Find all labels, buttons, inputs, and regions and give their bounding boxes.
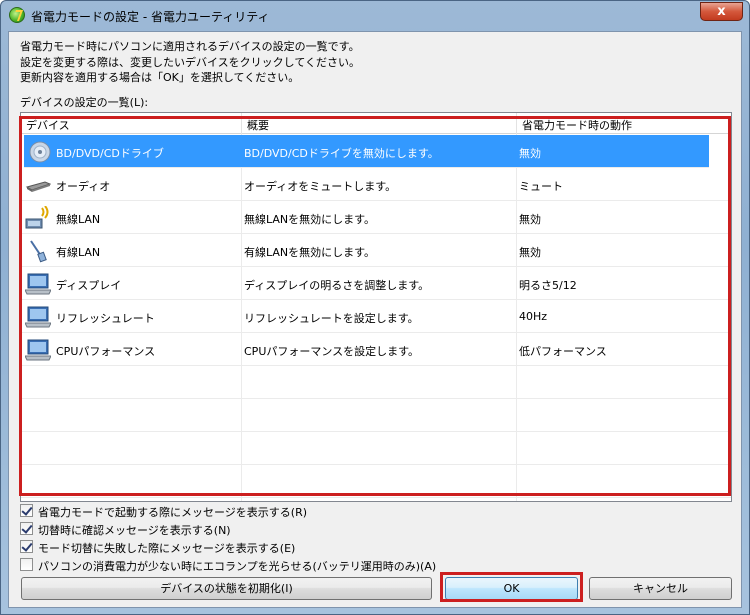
device-action: 無効 [519, 147, 541, 160]
option-confirm-on-switch[interactable]: 切替時に確認メッセージを表示する(N) [20, 520, 440, 537]
close-button[interactable]: x [700, 2, 743, 21]
checkbox[interactable] [20, 540, 33, 553]
intro-line-2: 設定を変更する際は、変更したいデバイスをクリックしてください。 [20, 55, 361, 69]
empty-row [21, 399, 731, 432]
display-icon [25, 273, 51, 295]
checkbox[interactable] [20, 522, 33, 535]
device-action: 明るさ5/12 [519, 279, 577, 292]
device-summary: CPUパフォーマンスを設定します。 [244, 345, 420, 358]
cancel-button[interactable]: キャンセル [589, 577, 732, 600]
table-row[interactable]: BD/DVD/CDドライブ BD/DVD/CDドライブを無効にします。 無効 [24, 135, 709, 168]
empty-row [21, 432, 731, 465]
window-title: 省電力モードの設定 - 省電力ユーティリティ [31, 10, 270, 24]
optical-drive-icon [29, 141, 51, 163]
empty-row [21, 465, 731, 498]
column-header-action[interactable]: 省電力モード時の動作 [522, 117, 632, 133]
device-summary: 無線LANを無効にします。 [244, 213, 376, 226]
intro-text: 省電力モード時にパソコンに適用されるデバイスの設定の一覧です。 設定を変更する際… [20, 39, 360, 86]
column-separator[interactable] [516, 113, 517, 134]
audio-icon [25, 181, 51, 192]
reset-devices-button[interactable]: デバイスの状態を初期化(I) [21, 577, 432, 600]
option-message-on-start[interactable]: 省電力モードで起動する際にメッセージを表示する(R) [20, 502, 440, 519]
device-summary: オーディオをミュートします。 [244, 180, 397, 193]
device-name: BD/DVD/CDドライブ [56, 147, 164, 160]
table-row[interactable]: 有線LAN 有線LANを無効にします。 無効 [21, 234, 731, 267]
option-label: 切替時に確認メッセージを表示する(N) [38, 524, 231, 537]
title-bar[interactable]: 省電力モードの設定 - 省電力ユーティリティ x [1, 1, 749, 31]
device-summary: 有線LANを無効にします。 [244, 246, 376, 259]
cpu-performance-icon [25, 339, 51, 361]
option-message-on-failure[interactable]: モード切替に失敗した際にメッセージを表示する(E) [20, 538, 440, 555]
checkbox[interactable] [20, 558, 33, 571]
table-row[interactable]: オーディオ オーディオをミュートします。 ミュート [21, 168, 731, 201]
dialog-window: 省電力モードの設定 - 省電力ユーティリティ x 省電力モード時にパソコンに適用… [0, 0, 750, 615]
list-header: デバイス 概要 省電力モード時の動作 [21, 113, 731, 134]
device-action: 無効 [519, 213, 541, 226]
refresh-rate-icon [25, 306, 51, 328]
device-action: 40Hz [519, 310, 548, 323]
intro-line-1: 省電力モード時にパソコンに適用されるデバイスの設定の一覧です。 [20, 40, 360, 53]
option-label: 省電力モードで起動する際にメッセージを表示する(R) [38, 506, 308, 519]
device-name: リフレッシュレート [56, 312, 155, 325]
table-row[interactable]: 無線LAN 無線LANを無効にします。 無効 [21, 201, 731, 234]
device-action: ミュート [519, 180, 563, 193]
device-name: 有線LAN [56, 246, 101, 259]
device-name: オーディオ [56, 180, 111, 193]
device-name: 無線LAN [56, 213, 101, 226]
table-row[interactable]: ディスプレイ ディスプレイの明るさを調整します。 明るさ5/12 [21, 267, 731, 300]
device-name: ディスプレイ [56, 279, 122, 292]
option-label: モード切替に失敗した際にメッセージを表示する(E) [38, 542, 296, 555]
checkbox[interactable] [20, 504, 33, 517]
option-eco-lamp[interactable]: パソコンの消費電力が少ない時にエコランプを光らせる(バッテリ運用時のみ)(A) [20, 556, 440, 573]
device-action: 低パフォーマンス [519, 345, 607, 358]
intro-line-3: 更新内容を適用する場合は「OK」を選択してください。 [20, 71, 300, 84]
device-summary: ディスプレイの明るさを調整します。 [244, 279, 430, 292]
power-utility-icon [9, 7, 25, 23]
device-list-label: デバイスの設定の一覧(L): [20, 96, 149, 109]
wired-lan-icon [30, 240, 47, 263]
table-row[interactable]: リフレッシュレート リフレッシュレートを設定します。 40Hz [21, 300, 731, 333]
option-label: パソコンの消費電力が少ない時にエコランプを光らせる(バッテリ運用時のみ)(A) [38, 560, 437, 573]
dialog-client-area: 省電力モード時にパソコンに適用されるデバイスの設定の一覧です。 設定を変更する際… [8, 31, 742, 608]
device-action: 無効 [519, 246, 541, 259]
device-name: CPUパフォーマンス [56, 345, 156, 358]
ok-button[interactable]: OK [445, 577, 578, 600]
column-header-device[interactable]: デバイス [26, 117, 70, 133]
column-header-summary[interactable]: 概要 [247, 117, 269, 133]
device-list[interactable]: デバイス 概要 省電力モード時の動作 BD/DVD/CDドライブ BD/DVD/… [20, 112, 732, 502]
wireless-lan-icon [25, 206, 49, 229]
device-summary: リフレッシュレートを設定します。 [244, 312, 419, 325]
empty-row [21, 366, 731, 399]
column-separator[interactable] [241, 113, 242, 134]
device-summary: BD/DVD/CDドライブを無効にします。 [244, 147, 439, 160]
table-row[interactable]: CPUパフォーマンス CPUパフォーマンスを設定します。 低パフォーマンス [21, 333, 731, 366]
